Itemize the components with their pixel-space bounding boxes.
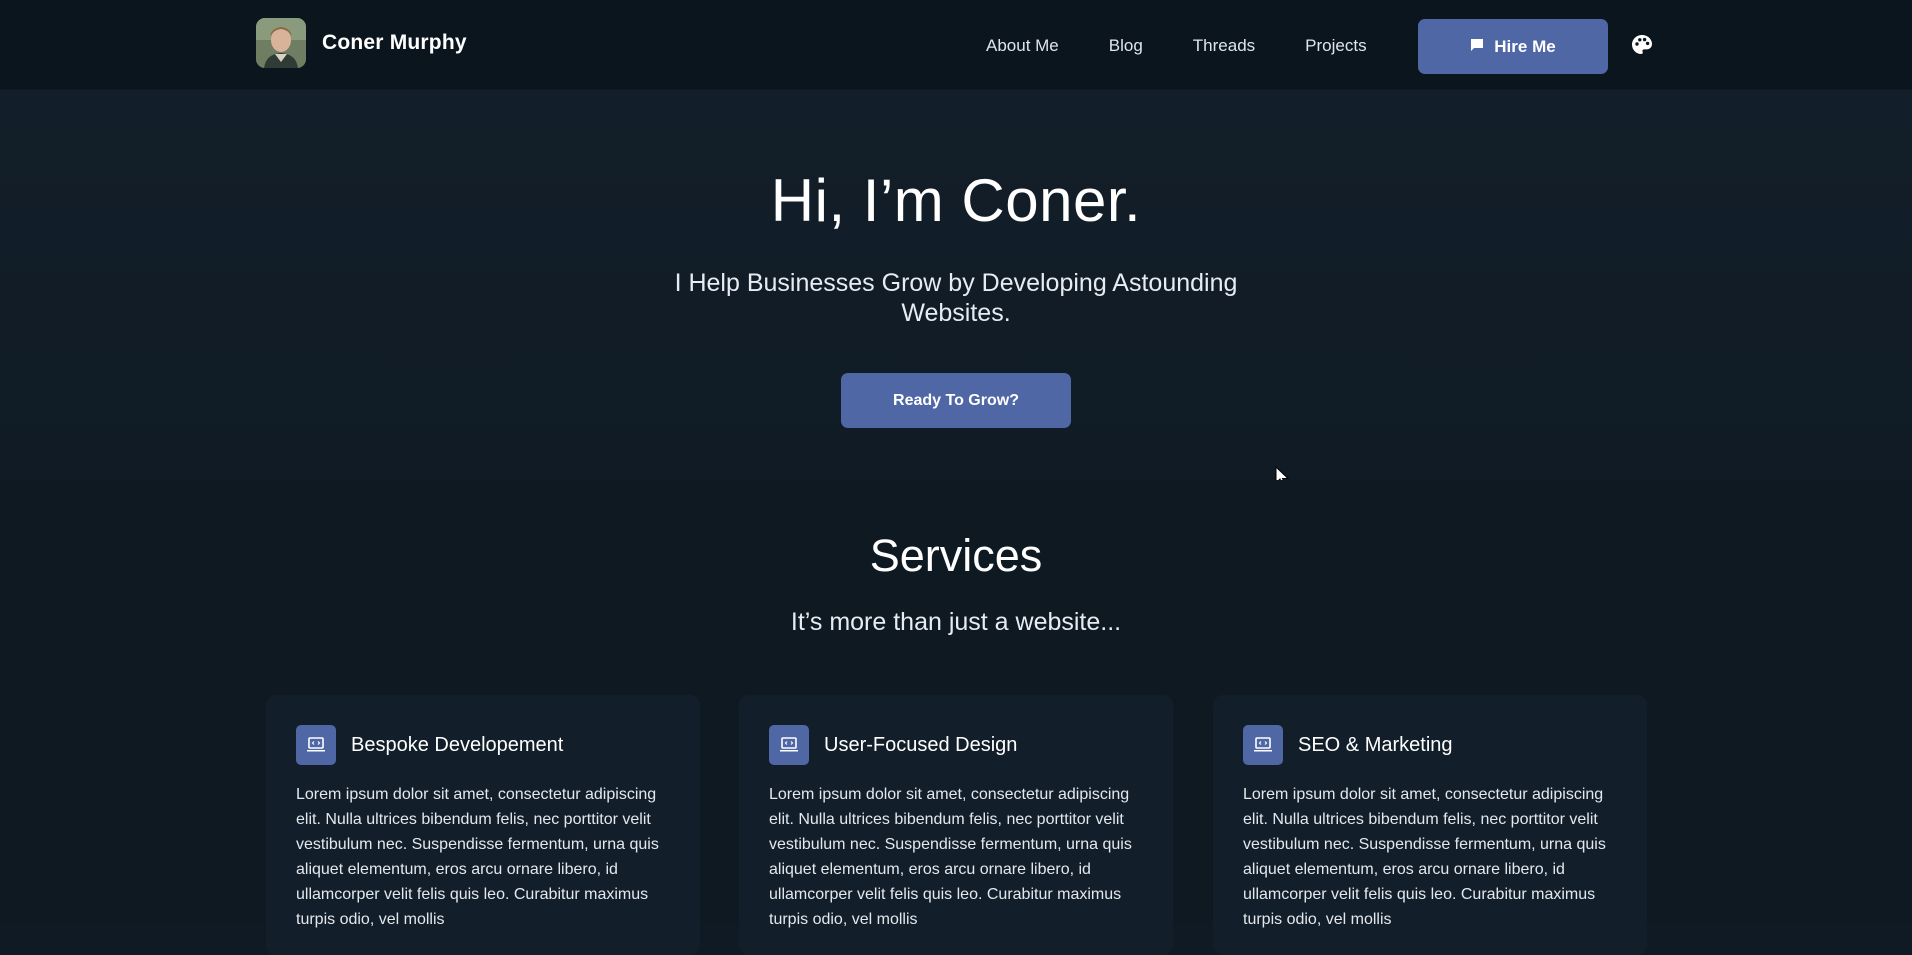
nav-link-projects[interactable]: Projects — [1305, 36, 1366, 56]
laptop-code-icon — [1243, 725, 1283, 765]
service-card-text: Lorem ipsum dolor sit amet, consectetur … — [1243, 786, 1606, 928]
service-card-seo-marketing: SEO & Marketing Lorem ipsum dolor sit am… — [1213, 695, 1647, 955]
hire-me-button[interactable]: Hire Me — [1418, 19, 1608, 74]
avatar — [256, 18, 306, 68]
service-card-header: User-Focused Design — [769, 725, 1017, 765]
laptop-code-icon — [296, 725, 336, 765]
services-section: Services It’s more than just a website..… — [0, 480, 1912, 955]
service-card-header: Bespoke Developement — [296, 725, 563, 765]
main-nav: About Me Blog Threads Projects — [986, 32, 1367, 60]
hero-section: Hi, I’m Coner. I Help Businesses Grow by… — [0, 90, 1912, 487]
navbar: Coner Murphy About Me Blog Threads Proje… — [0, 0, 1912, 90]
service-card-text: Lorem ipsum dolor sit amet, consectetur … — [769, 786, 1132, 928]
nav-link-about-me[interactable]: About Me — [986, 36, 1059, 56]
service-card-title: Bespoke Developement — [351, 733, 564, 756]
service-card-title: User-Focused Design — [824, 733, 1018, 756]
palette-icon[interactable] — [1630, 33, 1654, 57]
brand-name: Coner Murphy — [322, 31, 467, 54]
services-subtitle: It’s more than just a website... — [790, 608, 1122, 636]
service-card-user-focused-design: User-Focused Design Lorem ipsum dolor si… — [739, 695, 1173, 955]
service-card-title: SEO & Marketing — [1298, 733, 1453, 756]
hire-me-label: Hire Me — [1494, 36, 1556, 56]
services-title: Services — [869, 530, 1043, 581]
service-card-header: SEO & Marketing — [1243, 725, 1453, 765]
nav-link-threads[interactable]: Threads — [1193, 36, 1255, 56]
ready-to-grow-button[interactable]: Ready To Grow? — [841, 373, 1071, 428]
nav-link-blog[interactable]: Blog — [1109, 36, 1143, 56]
service-card-bespoke-development: Bespoke Developement Lorem ipsum dolor s… — [266, 695, 700, 955]
service-card-text: Lorem ipsum dolor sit amet, consectetur … — [296, 786, 659, 928]
chat-bubble-icon — [1470, 37, 1484, 57]
laptop-code-icon — [769, 725, 809, 765]
hero-title: Hi, I’m Coner. — [770, 167, 1142, 234]
brand-link[interactable]: Coner Murphy — [256, 18, 467, 68]
hero-subtitle: I Help Businesses Grow by Developing Ast… — [674, 269, 1238, 327]
